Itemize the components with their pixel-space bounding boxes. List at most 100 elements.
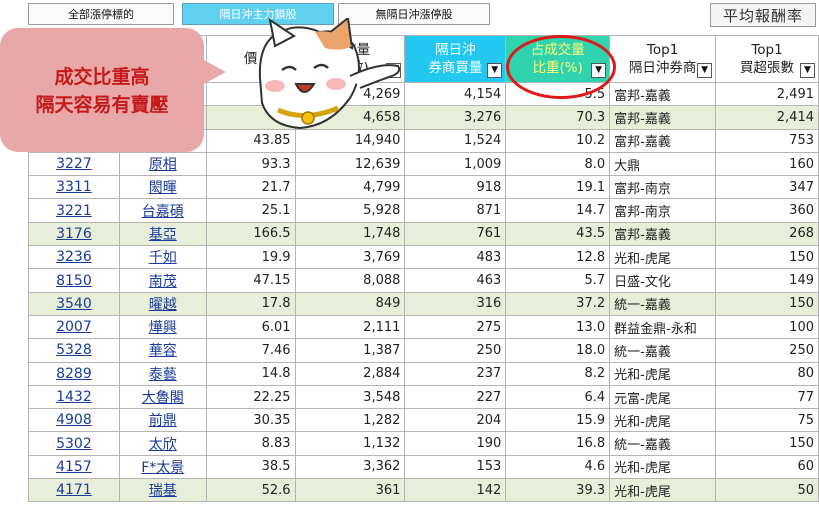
top1-broker-cell: 光和-虎尾	[609, 361, 717, 386]
stock-name-cell[interactable]: 基亞	[118, 221, 207, 247]
stock-name-cell[interactable]: 燁興	[118, 314, 207, 340]
stock-code-cell[interactable]: 4171	[28, 478, 120, 503]
broker-filter-dropdown[interactable]: ▼	[697, 63, 713, 78]
day-trade-buy-cell: 204	[404, 408, 507, 433]
day-trade-buy-cell: 4,154	[404, 81, 507, 107]
stock-code-cell-link[interactable]: 2007	[56, 319, 92, 335]
stock-code-cell-link[interactable]: 8289	[56, 366, 92, 382]
stock-code-cell[interactable]: 2007	[28, 314, 120, 340]
top1-net-cell: 360	[715, 198, 819, 223]
top1-net-cell: 160	[715, 151, 819, 177]
stock-name-cell[interactable]: 原相	[118, 151, 207, 177]
stock-name-cell-link[interactable]: 曜越	[149, 297, 177, 313]
price-cell: 7.46	[205, 338, 296, 363]
stock-name-cell[interactable]: 華容	[118, 338, 207, 363]
ratio-cell: 70.3	[505, 105, 611, 130]
stock-name-cell[interactable]: 大魯閣	[118, 384, 207, 410]
stock-name-cell[interactable]: 太欣	[118, 431, 207, 456]
top1-net-cell: 149	[715, 268, 819, 293]
stock-code-cell[interactable]: 5302	[28, 431, 120, 456]
price-cell: 6.01	[205, 314, 296, 340]
stock-name-cell[interactable]: 曜越	[118, 291, 207, 316]
stock-code-cell[interactable]: 3227	[28, 151, 120, 177]
stock-code-cell-link[interactable]: 8150	[56, 273, 92, 289]
stock-name-cell-link[interactable]: 基亞	[149, 227, 177, 243]
stock-code-cell-link[interactable]: 3176	[56, 226, 92, 242]
stock-code-cell-link[interactable]: 4157	[56, 459, 92, 475]
stock-code-cell[interactable]: 3221	[28, 198, 120, 223]
stock-code-cell[interactable]: 3540	[28, 291, 120, 316]
stock-name-cell-link[interactable]: 華容	[149, 343, 177, 359]
buy-sort-dropdown[interactable]: ▼	[487, 63, 503, 78]
top1-broker-cell: 富邦-嘉義	[609, 221, 717, 247]
stock-code-cell[interactable]: 8289	[28, 361, 120, 386]
stock-name-cell-link[interactable]: 南茂	[149, 274, 177, 290]
day-trade-buy-cell: 227	[404, 384, 507, 410]
average-return-button[interactable]: 平均報酬率	[710, 3, 816, 27]
stock-code-cell-link[interactable]: 3236	[56, 249, 92, 265]
day-trade-buy-cell: 1,009	[404, 151, 507, 177]
stock-name-cell-link[interactable]: 瑞基	[149, 483, 177, 499]
day-trade-buy-cell: 483	[404, 245, 507, 270]
top1-net-cell: 77	[715, 384, 819, 410]
stock-name-cell[interactable]: 前鼎	[118, 408, 207, 433]
stock-code-cell-link[interactable]: 5328	[56, 342, 92, 358]
stock-name-cell[interactable]: 瑞基	[118, 478, 207, 503]
top1-broker-cell: 統一-嘉義	[609, 338, 717, 363]
stock-name-cell-link[interactable]: 台嘉碩	[142, 204, 184, 220]
stock-code-cell[interactable]: 1432	[28, 384, 120, 410]
stock-name-cell-link[interactable]: 閎暉	[149, 180, 177, 196]
stock-name-cell[interactable]: 閎暉	[118, 175, 207, 200]
volume-cell: 1,748	[294, 221, 406, 247]
tab-all-limit-up[interactable]: 全部漲停標的	[28, 3, 174, 25]
day-trade-buy-cell: 190	[404, 431, 507, 456]
stock-name-cell-link[interactable]: F*太景	[141, 460, 184, 476]
stock-name-cell[interactable]: 台嘉碩	[118, 198, 207, 223]
stock-name-cell-link[interactable]: 前鼎	[149, 413, 177, 429]
stock-code-cell-link[interactable]: 3227	[56, 156, 92, 172]
stock-code-cell[interactable]: 3311	[28, 175, 120, 200]
price-cell: 14.8	[205, 361, 296, 386]
table-row: 2007 燁興 6.01 2,111 275 13.0 群益金鼎-永和 100	[28, 314, 819, 340]
volume-cell: 12,639	[294, 151, 406, 177]
header-day-trade-buy: 隔日沖 券商買量 ▼	[404, 35, 507, 83]
stock-name-cell-link[interactable]: 千如	[149, 250, 177, 266]
stock-code-cell-link[interactable]: 5302	[56, 436, 92, 452]
day-trade-buy-cell: 3,276	[404, 105, 507, 130]
net-filter-dropdown[interactable]: ▼	[800, 63, 815, 78]
stock-code-cell[interactable]: 4157	[28, 454, 120, 480]
header-top1-broker: Top1 隔日沖券商 ▼	[609, 35, 717, 83]
ratio-filter-dropdown[interactable]: ▼	[591, 63, 607, 78]
top1-net-cell: 268	[715, 221, 819, 247]
stock-code-cell[interactable]: 8150	[28, 268, 120, 293]
volume-cell: 3,362	[294, 454, 406, 480]
stock-code-cell-link[interactable]: 3221	[56, 203, 92, 219]
volume-cell: 1,387	[294, 338, 406, 363]
stock-code-cell-link[interactable]: 4908	[56, 412, 92, 428]
stock-code-cell[interactable]: 4908	[28, 408, 120, 433]
top1-net-cell: 100	[715, 314, 819, 340]
stock-name-cell-link[interactable]: 燁興	[149, 320, 177, 336]
stock-code-cell[interactable]: 3176	[28, 221, 120, 247]
top1-broker-cell: 富邦-南京	[609, 175, 717, 200]
price-cell: 93.3	[205, 151, 296, 177]
stock-name-cell-link[interactable]: 太欣	[149, 437, 177, 453]
stock-name-cell[interactable]: 泰藝	[118, 361, 207, 386]
stock-name-cell-link[interactable]: 原相	[149, 157, 177, 173]
day-trade-buy-cell: 142	[404, 478, 507, 503]
stock-code-cell[interactable]: 3236	[28, 245, 120, 270]
stock-code-cell-link[interactable]: 3540	[56, 296, 92, 312]
stock-name-cell[interactable]: F*太景	[118, 454, 207, 480]
ratio-cell: 19.1	[505, 175, 611, 200]
table-row: 5302 太欣 8.83 1,132 190 16.8 統一-嘉義 150	[28, 431, 819, 456]
stock-code-cell-link[interactable]: 4171	[56, 482, 92, 498]
stock-name-cell[interactable]: 南茂	[118, 268, 207, 293]
stock-code-cell[interactable]: 5328	[28, 338, 120, 363]
top1-broker-cell: 富邦-嘉義	[609, 105, 717, 130]
stock-name-cell-link[interactable]: 泰藝	[149, 367, 177, 383]
stock-code-cell-link[interactable]: 1432	[56, 389, 92, 405]
stock-name-cell-link[interactable]: 大魯閣	[142, 390, 184, 406]
stock-name-cell[interactable]: 千如	[118, 245, 207, 270]
ratio-cell: 6.4	[505, 384, 611, 410]
stock-code-cell-link[interactable]: 3311	[56, 179, 92, 195]
